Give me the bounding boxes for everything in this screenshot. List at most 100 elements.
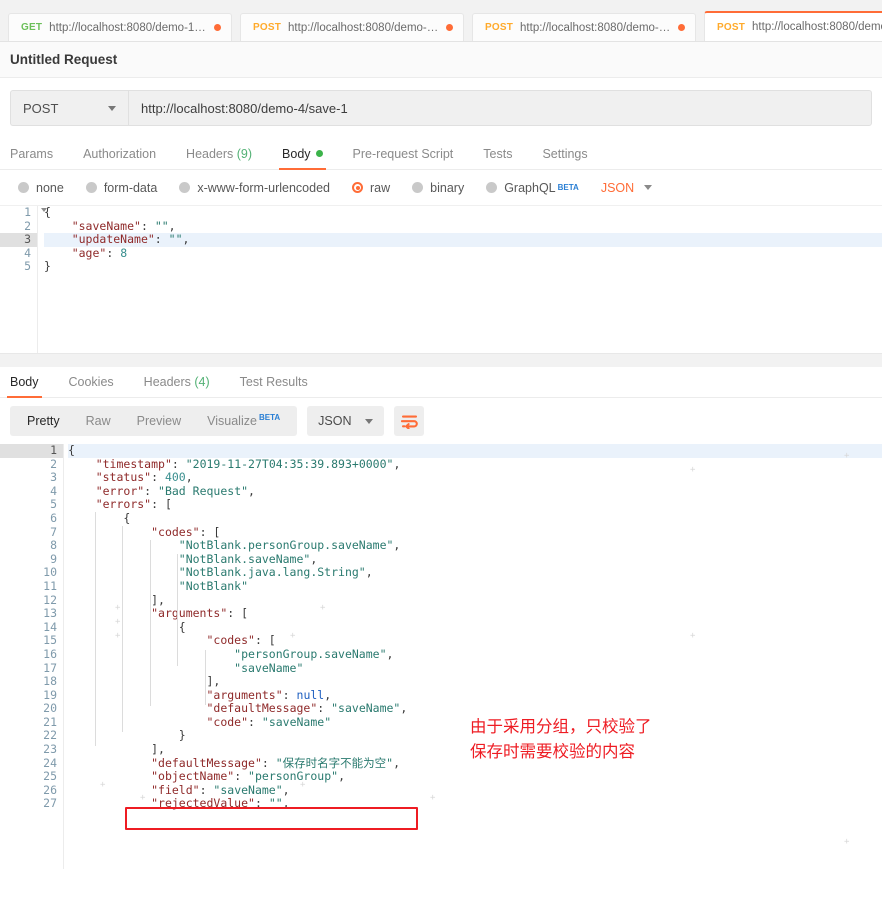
- request-tab-4[interactable]: POST http://localhost:8080/demo-4/...: [704, 11, 882, 41]
- request-title-bar: Untitled Request: [0, 42, 882, 78]
- request-subtab-params[interactable]: Params: [10, 147, 53, 169]
- code-line: {: [68, 510, 882, 526]
- decorative-dot: +: [100, 780, 106, 790]
- subtab-label: Authorization: [83, 147, 157, 161]
- decorative-dot: +: [844, 451, 850, 461]
- body-type-row: none form-data x-www-form-urlencoded raw bin…: [0, 170, 882, 205]
- response-gutter: 1 2 3 4 5 6 7 8 9 10 11 12 13 14 15 16 17 18 19 20 21 22 23 24 2…: [0, 444, 64, 869]
- code-token: :: [140, 218, 155, 233]
- code-token: {: [68, 510, 131, 525]
- response-tab-cookies[interactable]: Cookies: [69, 375, 114, 397]
- view-mode-preview[interactable]: Preview: [124, 414, 194, 428]
- decorative-dot: +: [300, 780, 306, 790]
- subtab-label: Headers: [186, 147, 234, 161]
- decorative-dot: +: [690, 465, 696, 475]
- response-body-editor[interactable]: 1 2 3 4 5 6 7 8 9 10 11 12 13 14 15 16 17 18 19 20 21 22 23 24 2…: [0, 444, 882, 869]
- code-token: "error": [95, 483, 145, 498]
- tab-method-label: POST: [485, 22, 514, 33]
- radio-icon[interactable]: [486, 182, 498, 193]
- request-url-value: http://localhost:8080/demo-4/save-1: [141, 100, 348, 116]
- body-type-x-www-form-urlencoded[interactable]: x-www-form-urlencoded: [179, 181, 330, 195]
- body-format-select[interactable]: JSON: [600, 180, 653, 195]
- radio-icon[interactable]: [412, 182, 424, 193]
- response-tab-headers[interactable]: Headers (4): [144, 375, 210, 397]
- code-token: ],: [68, 742, 165, 757]
- code-line: ],: [68, 674, 882, 689]
- tab-url-label: http://localhost:8080/demo-2/...: [288, 21, 439, 34]
- code-token: "age": [71, 245, 107, 260]
- body-type-label: none: [36, 180, 64, 195]
- response-format-select[interactable]: JSON: [307, 406, 385, 436]
- chevron-down-icon: [644, 185, 653, 190]
- view-mode-pretty[interactable]: Pretty: [14, 414, 73, 428]
- line-number: 4: [50, 483, 57, 498]
- radio-icon[interactable]: [179, 182, 191, 193]
- request-subtab-tests[interactable]: Tests: [483, 147, 512, 169]
- code-token: "timestamp": [95, 456, 172, 471]
- code-token: "saveName": [234, 660, 304, 675]
- annotation-note: 由于采用分组，只校验了 保存时需要校验的内容: [470, 717, 652, 761]
- wrap-lines-button[interactable]: [394, 406, 425, 436]
- unsaved-indicator-icon[interactable]: [446, 24, 453, 31]
- code-token: ,: [393, 456, 401, 471]
- code-line: "NotBlank": [68, 579, 882, 594]
- body-type-raw[interactable]: raw: [352, 181, 390, 195]
- response-tab-label: Test Results: [239, 375, 308, 389]
- radio-icon[interactable]: [18, 182, 29, 193]
- request-tab-2[interactable]: POST http://localhost:8080/demo-2/...: [240, 13, 464, 41]
- request-subtab-headers[interactable]: Headers (9): [186, 147, 252, 169]
- code-line: "errors": [: [68, 498, 882, 512]
- line-number: 2: [50, 456, 57, 471]
- request-url-input[interactable]: http://localhost:8080/demo-4/save-1: [128, 90, 872, 126]
- body-type-label: form-data: [103, 180, 158, 195]
- radio-icon[interactable]: [85, 182, 97, 193]
- code-token: ,: [168, 218, 176, 233]
- code-line: "saveName": [68, 660, 882, 676]
- body-type-form-data[interactable]: form-data: [85, 180, 158, 195]
- code-token: :: [234, 769, 249, 784]
- unsaved-indicator-icon[interactable]: [678, 24, 685, 31]
- code-token: :: [154, 232, 169, 247]
- code-token: "defaultMessage": [206, 701, 318, 716]
- body-type-none[interactable]: none: [18, 181, 64, 195]
- request-subtab-pre-request-script[interactable]: Pre-request Script: [353, 147, 454, 169]
- request-body-editor[interactable]: 12345 { "saveName": "", "updateName": ""…: [0, 205, 882, 353]
- body-type-graphql[interactable]: GraphQL BETA: [486, 181, 579, 195]
- request-subtab-body[interactable]: Body: [279, 147, 326, 170]
- code-token: ,: [393, 755, 401, 770]
- code-token: :: [171, 456, 186, 471]
- request-code-area[interactable]: { "saveName": "", "updateName": "", "age…: [44, 206, 882, 353]
- response-tab-body[interactable]: Body: [7, 375, 41, 398]
- response-tab-test-results[interactable]: Test Results: [240, 375, 308, 397]
- request-subtab-settings[interactable]: Settings: [542, 147, 587, 169]
- unsaved-indicator-icon[interactable]: [214, 24, 221, 31]
- code-token: "NotBlank.java.lang.String": [178, 565, 366, 580]
- line-number: 19: [43, 687, 57, 702]
- code-line: "error": "Bad Request",: [68, 483, 882, 499]
- body-type-binary[interactable]: binary: [412, 181, 464, 195]
- code-token: "errors": [95, 497, 152, 512]
- request-subtab-authorization[interactable]: Authorization: [83, 147, 156, 169]
- code-token: }: [68, 728, 186, 743]
- line-number: 25: [43, 769, 57, 784]
- code-token: :: [261, 755, 276, 770]
- chevron-down-icon: [365, 418, 374, 424]
- code-line: "codes": [: [68, 634, 882, 648]
- response-code-area[interactable]: { "timestamp": "2019-11-27T04:35:39.893+…: [68, 444, 882, 869]
- line-number: 13: [43, 606, 57, 621]
- view-mode-visualize[interactable]: Visualize BETA: [194, 413, 293, 428]
- request-tab-3[interactable]: POST http://localhost:8080/demo-3/...: [472, 13, 696, 41]
- http-method-select[interactable]: POST: [10, 90, 128, 126]
- radio-icon[interactable]: [352, 182, 363, 193]
- request-tab-1[interactable]: GET http://localhost:8080/demo-1/q...: [8, 13, 232, 41]
- decorative-dot: +: [320, 603, 326, 613]
- code-token: "saveName": [213, 782, 283, 797]
- view-mode-raw[interactable]: Raw: [73, 414, 124, 428]
- body-format-value: JSON: [600, 180, 635, 195]
